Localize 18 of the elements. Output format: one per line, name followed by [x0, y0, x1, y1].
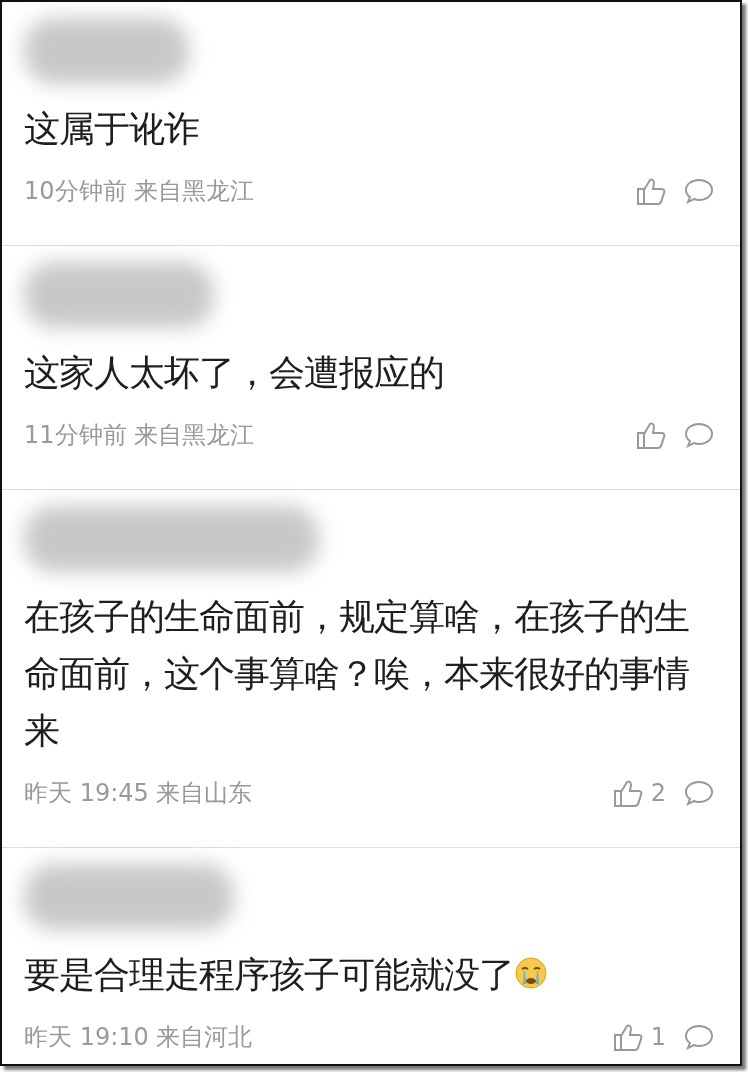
comment-text: 在孩子的生命面前，规定算啥，在孩子的生命面前，这个事算啥？唉，本来很好的事情来 — [24, 595, 690, 753]
comment-text: 要是合理走程序孩子可能就没了 — [24, 946, 714, 1003]
comment-bubble-icon[interactable] — [684, 1022, 714, 1052]
thumbs-up-icon[interactable] — [636, 176, 666, 206]
comment-meta: 昨天 19:45 来自山东 — [24, 778, 254, 809]
comment-bubble-icon[interactable] — [684, 420, 714, 450]
thumbs-up-icon[interactable] — [636, 420, 666, 450]
comment-meta: 昨天 19:10 来自河北 — [24, 1022, 254, 1053]
thumbs-up-icon[interactable] — [612, 778, 643, 808]
like-count: 1 — [650, 1023, 666, 1051]
like-count: 2 — [650, 779, 666, 807]
comment-text: 这家人太坏了，会遭报应的 — [24, 351, 445, 395]
comment-bubble-icon[interactable] — [684, 778, 714, 808]
comment-meta: 10分钟前 来自黑龙江 — [24, 176, 256, 207]
comment-meta: 11分钟前 来自黑龙江 — [24, 420, 256, 451]
comment-bubble-icon[interactable] — [684, 176, 714, 206]
thumbs-up-icon[interactable] — [612, 1022, 643, 1052]
comment-text: 这属于讹诈 — [24, 107, 200, 151]
